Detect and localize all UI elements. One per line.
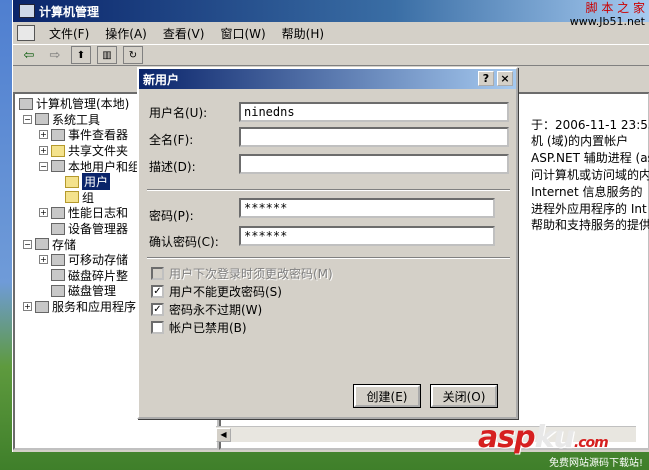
toolbar: ⇦ ⇨ ⬆ ▥ ↻: [13, 44, 649, 66]
help-button[interactable]: ?: [478, 71, 494, 86]
up-folder-icon[interactable]: ⬆: [71, 46, 91, 64]
tools-icon: [35, 113, 49, 126]
folder-icon: [65, 175, 79, 188]
close-button[interactable]: 关闭(O): [431, 385, 497, 407]
site-watermark: 脚 本 之 家 www.Jb51.net: [569, 1, 645, 29]
storage-icon: [35, 238, 49, 251]
window-titlebar[interactable]: 计算机管理: [13, 0, 649, 22]
removable-storage-icon: [51, 253, 65, 266]
collapse-icon[interactable]: −: [23, 239, 32, 249]
username-label: 用户名(U):: [149, 106, 208, 120]
checkbox-box: [151, 267, 164, 280]
password-input[interactable]: ******: [239, 198, 495, 218]
services-icon: [35, 300, 49, 313]
computer-icon: [19, 97, 33, 110]
menu-file[interactable]: 文件(F): [43, 25, 95, 42]
disk-icon: [51, 284, 65, 297]
close-icon[interactable]: ×: [497, 71, 513, 86]
detail-text: 于：2006-11-1 23:53:4: [531, 118, 649, 132]
scroll-left-icon[interactable]: ◀: [216, 428, 231, 442]
detail-text: Internet 信息服务的: [531, 185, 643, 199]
expand-icon[interactable]: +: [23, 302, 32, 312]
detail-text: 进程外应用程序的 Int: [531, 202, 647, 216]
new-user-dialog: 新用户 ? × 用户名(U): ninedns 全名(F): 描述(D): 密码…: [137, 67, 518, 419]
must-change-password-checkbox: 用户下次登录时须更改密码(M): [151, 265, 333, 282]
confirm-password-label: 确认密码(C):: [149, 235, 219, 249]
expand-icon[interactable]: +: [39, 130, 48, 140]
computer-icon: [19, 4, 35, 18]
checkbox-box[interactable]: [151, 321, 164, 334]
checkmark-icon[interactable]: ✓: [151, 303, 164, 316]
shared-folder-icon: [51, 144, 65, 157]
refresh-icon[interactable]: ↻: [123, 46, 143, 64]
dialog-title: 新用户: [143, 72, 180, 87]
fullname-row: 全名(F):: [139, 131, 229, 148]
checkmark-icon[interactable]: ✓: [151, 285, 164, 298]
detail-text: ASP.NET 辅助进程 (as: [531, 151, 649, 165]
create-button[interactable]: 创建(E): [354, 385, 420, 407]
collapse-icon[interactable]: −: [39, 161, 48, 171]
confirm-password-input[interactable]: ******: [239, 226, 495, 246]
menu-help[interactable]: 帮助(H): [276, 25, 330, 42]
device-manager-icon: [51, 222, 65, 235]
fullname-input[interactable]: [239, 127, 509, 147]
users-icon: [51, 160, 65, 173]
detail-text: 问计算机或访问域的内: [531, 168, 649, 182]
menu-bar: 文件(F) 操作(A) 查看(V) 窗口(W) 帮助(H): [13, 22, 649, 44]
aspku-tagline: 免费网站源码下载站!: [548, 458, 643, 469]
cannot-change-password-checkbox[interactable]: ✓ 用户不能更改密码(S): [151, 283, 282, 300]
aspku-logo: aspku.com: [478, 420, 609, 455]
description-row: 描述(D):: [139, 158, 229, 175]
folder-icon: [65, 191, 79, 204]
expand-icon[interactable]: +: [39, 208, 48, 218]
fullname-label: 全名(F):: [149, 133, 194, 147]
collapse-icon[interactable]: −: [23, 114, 32, 124]
divider: [147, 257, 510, 259]
menu-window[interactable]: 窗口(W): [214, 25, 271, 42]
window-title: 计算机管理: [39, 4, 100, 19]
password-never-expires-checkbox[interactable]: ✓ 密码永不过期(W): [151, 301, 262, 318]
performance-icon: [51, 206, 65, 219]
expand-icon[interactable]: +: [39, 146, 48, 156]
dialog-titlebar[interactable]: 新用户 ? ×: [139, 69, 516, 89]
divider: [147, 189, 510, 191]
detail-text: 帮助和支持服务的提供: [531, 218, 649, 232]
defrag-icon: [51, 269, 65, 282]
description-input[interactable]: [239, 154, 509, 174]
menu-action[interactable]: 操作(A): [99, 25, 153, 42]
password-label: 密码(P):: [149, 209, 194, 223]
description-label: 描述(D):: [149, 160, 196, 174]
detail-text: 机 (域)的内置帐户: [531, 134, 629, 148]
expand-icon[interactable]: +: [39, 255, 48, 265]
username-input[interactable]: ninedns: [239, 102, 509, 122]
menu-view[interactable]: 查看(V): [157, 25, 211, 42]
password-row: 密码(P):: [139, 207, 229, 224]
forward-arrow-icon[interactable]: ⇨: [45, 46, 65, 64]
username-row: 用户名(U):: [139, 104, 229, 121]
account-disabled-checkbox[interactable]: 帐户已禁用(B): [151, 319, 247, 336]
console-icon[interactable]: [17, 25, 35, 41]
confirm-password-row: 确认密码(C):: [139, 233, 229, 250]
event-viewer-icon: [51, 128, 65, 141]
show-tree-icon[interactable]: ▥: [97, 46, 117, 64]
back-arrow-icon[interactable]: ⇦: [19, 46, 39, 64]
